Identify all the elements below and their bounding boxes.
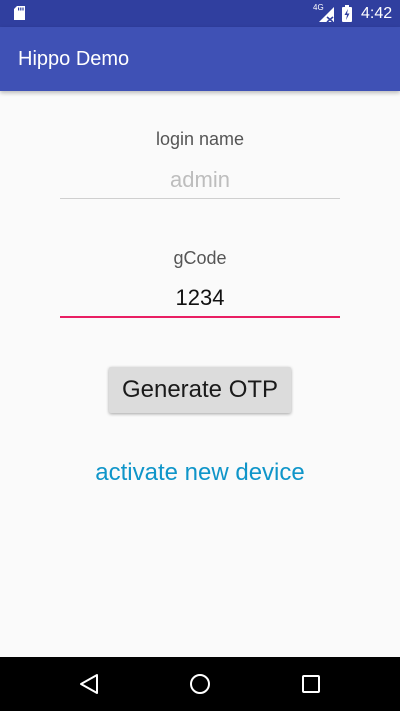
nav-home-button[interactable]: [184, 668, 216, 700]
login-name-label: login name: [155, 129, 245, 149]
app-title: Hippo Demo: [18, 48, 130, 70]
nav-recents-button[interactable]: [295, 668, 327, 700]
sd-card-icon: [14, 6, 25, 20]
recents-icon: [302, 675, 320, 693]
gcode-label: gCode: [173, 248, 227, 268]
back-icon: [80, 674, 98, 694]
gcode-input[interactable]: [60, 280, 340, 316]
activate-new-device-link[interactable]: activate new device: [60, 459, 340, 487]
login-name-input[interactable]: [60, 162, 340, 198]
nav-back-button[interactable]: [73, 668, 105, 700]
generate-otp-button[interactable]: Generate OTP: [109, 367, 291, 413]
app-toolbar: Hippo Demo: [0, 27, 400, 91]
home-icon: [190, 674, 210, 694]
login-name-underline: [60, 198, 340, 199]
gcode-underline: [60, 316, 340, 318]
system-nav-bar: [0, 657, 400, 711]
signal-icon: [319, 7, 334, 22]
battery-charging-icon: [342, 5, 352, 22]
status-bar: 4G 4:42: [0, 0, 400, 27]
status-clock: 4:42: [361, 5, 393, 22]
